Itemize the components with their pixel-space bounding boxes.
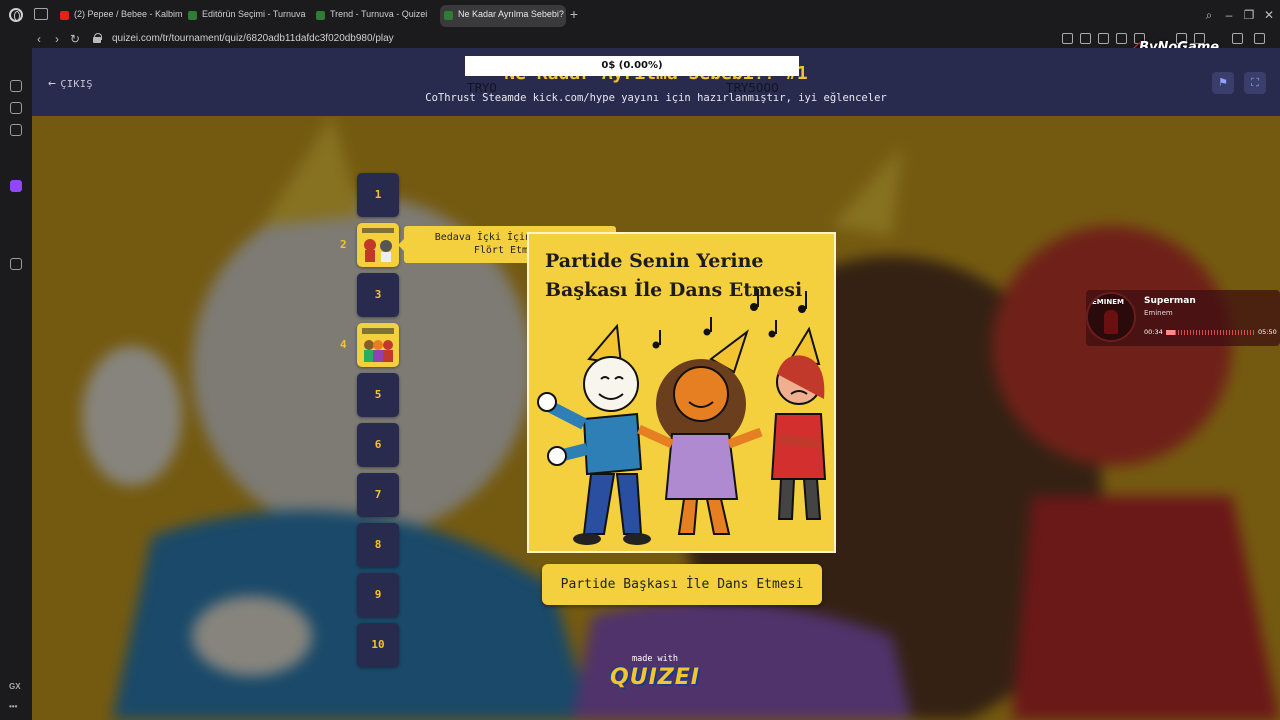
round-slot-3[interactable]: 3 [357, 273, 399, 317]
playback-progress [1166, 330, 1175, 335]
messenger-icon[interactable] [10, 124, 22, 136]
fullscreen-button[interactable]: ⛶ [1244, 72, 1266, 94]
tab-label: (2) Pepee / Bebee - Kalbim [74, 9, 182, 19]
player-icon[interactable] [1116, 33, 1127, 44]
opera-logo-icon[interactable] [9, 8, 23, 22]
report-flag-button[interactable]: ⚑ [1212, 72, 1234, 94]
reload-icon[interactable]: ↻ [68, 32, 82, 46]
lock-icon [93, 33, 102, 43]
tab-label: Editörün Seçimi - Turnuva [202, 9, 306, 19]
round-slot-5[interactable]: 5 [357, 373, 399, 417]
url-field[interactable]: quizei.com/tr/tournament/quiz/6820adb11d… [112, 33, 394, 44]
address-bar: ‹ › ↻ quizei.com/tr/tournament/quiz/6820… [0, 30, 1280, 48]
forward-icon[interactable]: › [50, 32, 64, 46]
browser-tab-active[interactable]: Ne Kadar Ayrılma Sebebi? [440, 5, 566, 27]
quizei-favicon-icon [188, 11, 197, 20]
flag-icon: ⚑ [1218, 77, 1228, 89]
round-slot-4[interactable] [357, 323, 399, 367]
fullscreen-icon: ⛶ [1251, 77, 1259, 89]
browser-tab[interactable]: (2) Pepee / Bebee - Kalbim [56, 5, 182, 27]
tab-label: Ne Kadar Ayrılma Sebebi? [458, 9, 564, 19]
option-answer-button[interactable]: Partide Başkası İle Dans Etmesi [542, 564, 822, 605]
audio-waveform [1166, 330, 1254, 335]
browser-side-panel: GX ••• [0, 48, 367, 720]
shield-icon[interactable] [1098, 33, 1109, 44]
round-slot-9[interactable]: 9 [357, 573, 399, 617]
round-slot-7[interactable]: 7 [357, 473, 399, 517]
tab-islands-icon[interactable] [34, 8, 48, 20]
quizei-logo[interactable]: QUIZEI [605, 665, 705, 690]
restore-icon[interactable]: ❐ [1242, 8, 1256, 22]
round-thumbnail [359, 325, 397, 365]
search-tabs-icon[interactable]: ⌕ [1202, 8, 1216, 22]
round-slot-8[interactable]: 8 [357, 523, 399, 567]
quiz-page: ←ÇIKIŞ Ne Kadar Ayrılma Sebebi!? #1 CoTh… [32, 48, 1280, 720]
quizei-favicon-icon [316, 11, 325, 20]
browser-tab-bar: (2) Pepee / Bebee - Kalbim Editörün Seçi… [0, 0, 1280, 30]
donation-progress-bar: 0$ (0.00%) [465, 56, 799, 76]
page-subtitle: CoThrust Steamde kick.com/hype yayını iç… [425, 92, 887, 104]
round-slot-1[interactable]: 1 [357, 173, 399, 217]
time-total: 05:50 [1258, 328, 1277, 336]
round-slot-2[interactable] [357, 223, 399, 267]
extensions-icon[interactable] [10, 258, 22, 270]
song-artist: Eminem [1144, 309, 1173, 317]
gx-label[interactable]: GX [9, 682, 21, 691]
tab-label: Trend - Turnuva - Quizei [330, 9, 428, 19]
album-figure [1104, 310, 1118, 334]
new-tab-plus-icon[interactable]: + [567, 7, 581, 21]
round-thumbnail [359, 225, 397, 265]
youtube-icon [60, 11, 69, 20]
round-slot-6[interactable]: 6 [357, 423, 399, 467]
close-window-icon[interactable]: ✕ [1262, 8, 1276, 22]
time-current: 00:34 [1144, 328, 1163, 336]
made-with-label: made with [631, 654, 679, 664]
round-number-label: 4 [340, 338, 347, 351]
menu-icon[interactable] [1254, 33, 1265, 44]
album-cover: EMINEM [1086, 292, 1136, 342]
shop-icon[interactable] [10, 80, 22, 92]
minimize-icon[interactable]: – [1222, 8, 1236, 22]
donation-left-amount: TRY0 [467, 81, 497, 95]
card-caption: Partide Senin Yerine Başkası İle Dans Et… [545, 250, 803, 301]
browser-tab[interactable]: Editörün Seçimi - Turnuva [184, 5, 310, 27]
quizei-favicon-icon [444, 11, 453, 20]
more-icon[interactable]: ••• [9, 702, 17, 711]
current-option-card[interactable]: Partide Senin Yerine Başkası İle Dans Et… [527, 232, 836, 553]
ai-icon[interactable] [1232, 33, 1243, 44]
back-icon[interactable]: ‹ [32, 32, 46, 46]
now-playing-widget: EMINEM Superman Eminem 00:34 05:50 [1086, 290, 1280, 346]
twitch-icon[interactable] [10, 180, 22, 192]
screenshot-icon[interactable] [1080, 33, 1091, 44]
pin-icon[interactable] [1062, 33, 1073, 44]
round-number-label: 2 [340, 238, 347, 251]
album-cover-text: EMINEM [1092, 298, 1124, 306]
round-slot-10[interactable]: 10 [357, 623, 399, 667]
donation-right-amount: TRY5000 [726, 81, 779, 95]
pinboard-icon[interactable] [10, 102, 22, 114]
song-title: Superman [1144, 296, 1196, 306]
browser-tab[interactable]: Trend - Turnuva - Quizei [312, 5, 438, 27]
